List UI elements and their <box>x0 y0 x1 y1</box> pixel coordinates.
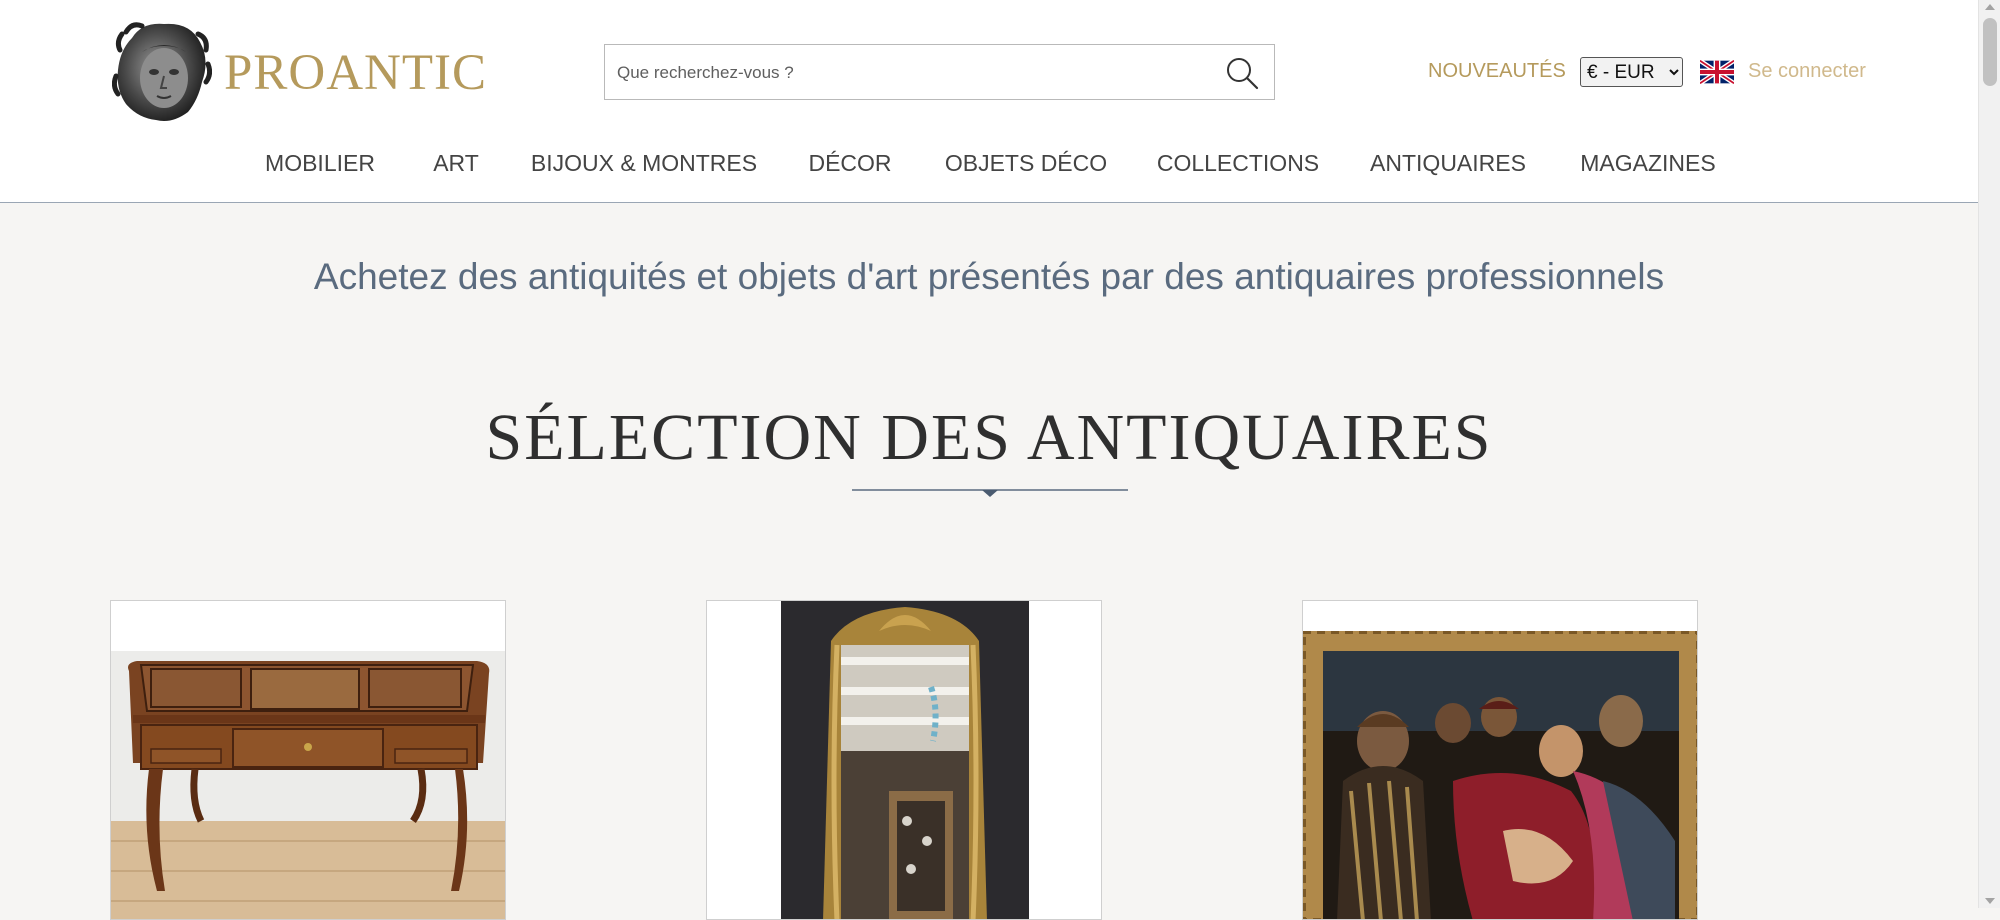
product-card-painting[interactable] <box>1302 600 1698 920</box>
product-image-dressing-table <box>111 651 505 919</box>
proantic-logo[interactable] <box>112 20 212 124</box>
product-card-dressing-table[interactable] <box>110 600 506 920</box>
login-link[interactable]: Se connecter <box>1748 60 1866 83</box>
section-title: SÉLECTION DES ANTIQUAIRES <box>485 401 1493 474</box>
site-header: PROANTIC NOUVEAUTÉS € - EUR Se connecter… <box>0 0 1978 203</box>
main-nav: MOBILIER ART BIJOUX & MONTRES DÉCOR OBJE… <box>0 150 1978 180</box>
scroll-down-arrow[interactable] <box>1985 898 1995 904</box>
nav-item-bijoux-montres[interactable]: BIJOUX & MONTRES <box>531 150 757 177</box>
product-image-painting <box>1303 631 1697 919</box>
nav-item-collections[interactable]: COLLECTIONS <box>1157 150 1319 177</box>
currency-select[interactable]: € - EUR <box>1580 57 1683 87</box>
search-bar <box>604 44 1275 101</box>
page-tagline: Achetez des antiquités et objets d'art p… <box>313 256 1665 297</box>
product-image-gilt-mirror <box>781 601 1029 919</box>
brand-name[interactable]: PROANTIC <box>224 44 487 102</box>
nav-item-objets-deco[interactable]: OBJETS DÉCO <box>945 150 1107 177</box>
page-scrollbar[interactable] <box>1978 0 2000 908</box>
scrollbar-thumb[interactable] <box>1983 18 1997 86</box>
search-icon[interactable] <box>1224 55 1260 91</box>
product-card-gilt-mirror[interactable] <box>706 600 1102 920</box>
new-arrivals-link[interactable]: NOUVEAUTÉS <box>1428 60 1566 83</box>
title-divider <box>852 489 1128 497</box>
nav-item-art[interactable]: ART <box>433 150 479 177</box>
nav-item-antiquaires[interactable]: ANTIQUAIRES <box>1370 150 1526 177</box>
scroll-up-arrow[interactable] <box>1985 4 1995 10</box>
uk-flag-icon[interactable] <box>1700 60 1734 84</box>
search-input[interactable] <box>615 45 1199 101</box>
nav-item-magazines[interactable]: MAGAZINES <box>1580 150 1715 177</box>
nav-item-decor[interactable]: DÉCOR <box>808 150 891 177</box>
nav-item-mobilier[interactable]: MOBILIER <box>265 150 375 177</box>
